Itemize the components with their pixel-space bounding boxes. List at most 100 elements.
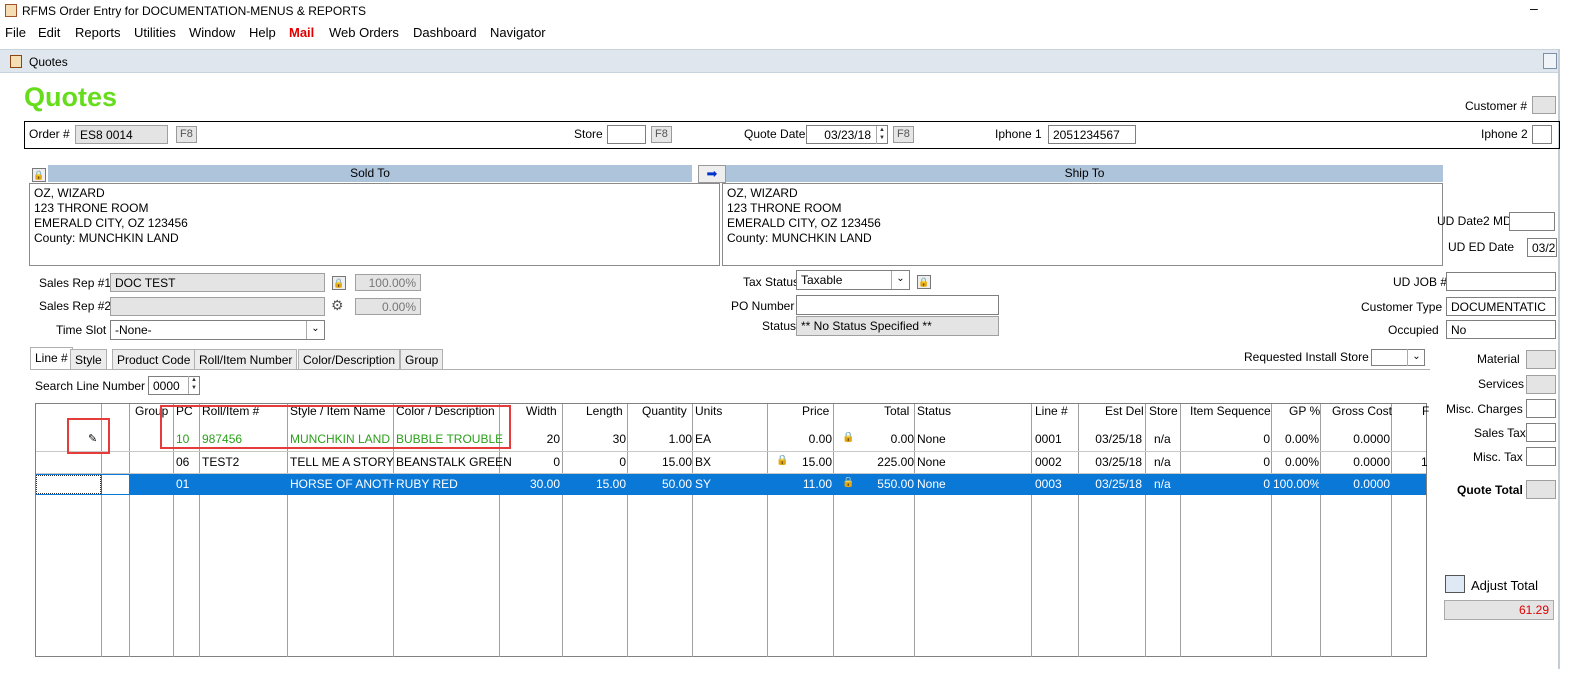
order-number-field[interactable]: ES8 0014	[75, 125, 168, 144]
cell-est-del: 03/25/18	[1095, 432, 1142, 446]
tab-roll-item-number[interactable]: Roll/Item Number	[194, 349, 298, 369]
cell-line: 0003	[1035, 477, 1062, 491]
material-field	[1526, 350, 1556, 369]
minimize-button[interactable]: –	[1530, 0, 1538, 16]
cell-status: None	[917, 477, 946, 491]
lock-icon: 🔒	[842, 432, 855, 443]
chevron-down-icon[interactable]: ⌄	[891, 271, 909, 289]
search-line-spinner[interactable]: ▲ ▼	[188, 376, 199, 394]
occupied-field[interactable]: No	[1446, 320, 1556, 339]
quote-date-label: Quote Date	[744, 127, 806, 141]
column-header-est-del[interactable]: Est Del	[1105, 404, 1144, 418]
misc-tax-label: Misc. Tax	[1473, 450, 1523, 464]
copy-to-ship-arrow-icon[interactable]: ➡	[698, 165, 726, 183]
window-title: RFMS Order Entry for DOCUMENTATION-MENUS…	[22, 4, 367, 18]
column-header-width[interactable]: Width	[526, 404, 557, 418]
ud-ed-date-field[interactable]: 03/25	[1527, 238, 1557, 257]
sales-rep1-lock-icon[interactable]: 🔒	[332, 276, 346, 290]
sold-to-lock-icon[interactable]: 🔒	[32, 168, 46, 182]
chevron-down-icon[interactable]: ⌄	[306, 321, 324, 339]
cell-price: 15.00	[801, 455, 832, 469]
column-header-f[interactable]: F	[1422, 404, 1429, 418]
misc-charges-field[interactable]	[1526, 399, 1556, 418]
sales-rep1-field[interactable]: DOC TEST	[110, 273, 325, 292]
cell-seq: 0	[1263, 455, 1270, 469]
menu-reports[interactable]: Reports	[75, 25, 121, 40]
sold-to-address[interactable]: OZ, WIZARD 123 THRONE ROOM EMERALD CITY,…	[29, 183, 720, 266]
ud-date2-label: UD Date2 MD	[1437, 214, 1512, 228]
table-row-selected[interactable]: 01 HORSE OF ANOTHE RUBY RED 30.00 15.00 …	[36, 474, 1426, 495]
tax-lock-icon[interactable]: 🔒	[917, 275, 931, 289]
commission-split-icon[interactable]: ⚙	[331, 297, 351, 316]
menu-navigator[interactable]: Navigator	[490, 25, 546, 40]
menu-edit[interactable]: Edit	[38, 25, 60, 40]
customer-number-field[interactable]	[1532, 96, 1556, 114]
customer-type-field[interactable]: DOCUMENTATIC	[1446, 297, 1556, 316]
column-header-total[interactable]: Total	[884, 404, 909, 418]
misc-tax-field[interactable]	[1526, 447, 1556, 466]
cell-gp: 0.00%	[1284, 455, 1319, 469]
column-header-length[interactable]: Length	[586, 404, 623, 418]
adjust-total-button[interactable]: Adjust Total	[1471, 578, 1581, 598]
misc-charges-label: Misc. Charges	[1446, 402, 1523, 416]
menu-web-orders[interactable]: Web Orders	[329, 25, 399, 40]
cell-est-del: 03/25/18	[1095, 455, 1142, 469]
menu-help[interactable]: Help	[249, 25, 276, 40]
sales-tax-field	[1526, 423, 1556, 442]
column-header-units[interactable]: Units	[695, 404, 722, 418]
column-header-line[interactable]: Line #	[1035, 404, 1068, 418]
ship-to-address[interactable]: OZ, WIZARD 123 THRONE ROOM EMERALD CITY,…	[722, 183, 1443, 266]
column-header-price[interactable]: Price	[802, 404, 829, 418]
po-number-field[interactable]	[796, 295, 999, 315]
sales-tax-label: Sales Tax	[1474, 426, 1526, 440]
menu-mail[interactable]: Mail	[289, 25, 314, 40]
column-header-store[interactable]: Store	[1149, 404, 1178, 418]
column-header-item-sequence[interactable]: Item Sequence	[1190, 404, 1271, 418]
cell-width: 30.00	[529, 477, 560, 491]
tab-product-code[interactable]: Product Code	[112, 349, 196, 369]
tab-group[interactable]: Group	[400, 349, 444, 369]
selected-row-cell	[102, 475, 129, 494]
order-lookup-button[interactable]: F8	[176, 126, 197, 143]
cell-units: SY	[695, 477, 712, 491]
quote-date-lookup-button[interactable]: F8	[893, 126, 914, 143]
tab-divider	[30, 369, 1430, 370]
tab-style[interactable]: Style	[70, 349, 107, 369]
cell-qty: 15.00	[661, 455, 692, 469]
iphone2-label: Iphone 2	[1481, 127, 1528, 141]
cell-length: 15.00	[595, 477, 626, 491]
menu-utilities[interactable]: Utilities	[134, 25, 176, 40]
annotation-box	[160, 405, 511, 449]
column-header-gp[interactable]: GP %	[1289, 404, 1320, 418]
column-header-status[interactable]: Status	[917, 404, 951, 418]
menu-file[interactable]: File	[5, 25, 26, 40]
menu-dashboard[interactable]: Dashboard	[413, 25, 477, 40]
column-header-quantity[interactable]: Quantity	[642, 404, 687, 418]
chevron-down-icon[interactable]: ⌄	[1407, 349, 1425, 366]
store-lookup-button[interactable]: F8	[651, 126, 672, 143]
menu-window[interactable]: Window	[189, 25, 235, 40]
store-field[interactable]	[607, 125, 646, 144]
cell-color: RUBY RED	[396, 477, 458, 491]
restore-button[interactable]	[1543, 53, 1557, 69]
column-header-gross-cost[interactable]: Gross Cost	[1332, 404, 1392, 418]
cell-length: 30	[612, 432, 626, 446]
ud-job-field[interactable]	[1446, 272, 1556, 291]
sales-rep2-field[interactable]	[110, 297, 325, 316]
iphone1-field[interactable]: 2051234567	[1048, 125, 1136, 144]
quote-total-field	[1526, 480, 1556, 499]
sales-rep2-label: Sales Rep #2	[39, 299, 112, 313]
ship-to-line: EMERALD CITY, OZ 123456	[727, 216, 881, 230]
status-field: ** No Status Specified **	[796, 316, 999, 336]
ud-date2-field[interactable]	[1509, 212, 1555, 231]
sales-rep2-percent: 0.00%	[355, 298, 421, 315]
calculator-icon[interactable]	[1445, 575, 1465, 593]
tab-color-description[interactable]: Color/Description	[298, 349, 401, 369]
occupied-label: Occupied	[1388, 323, 1439, 337]
table-row[interactable]: 06 TEST2 TELL ME A STORY BEANSTALK GREEN…	[36, 452, 1428, 473]
iphone2-field[interactable]	[1532, 125, 1552, 144]
tab-line-number[interactable]: Line #	[30, 347, 73, 369]
quote-date-spinner[interactable]: ▲ ▼	[876, 126, 887, 144]
ship-to-line: 123 THRONE ROOM	[727, 201, 842, 215]
time-slot-dropdown[interactable]: -None-	[110, 320, 325, 340]
